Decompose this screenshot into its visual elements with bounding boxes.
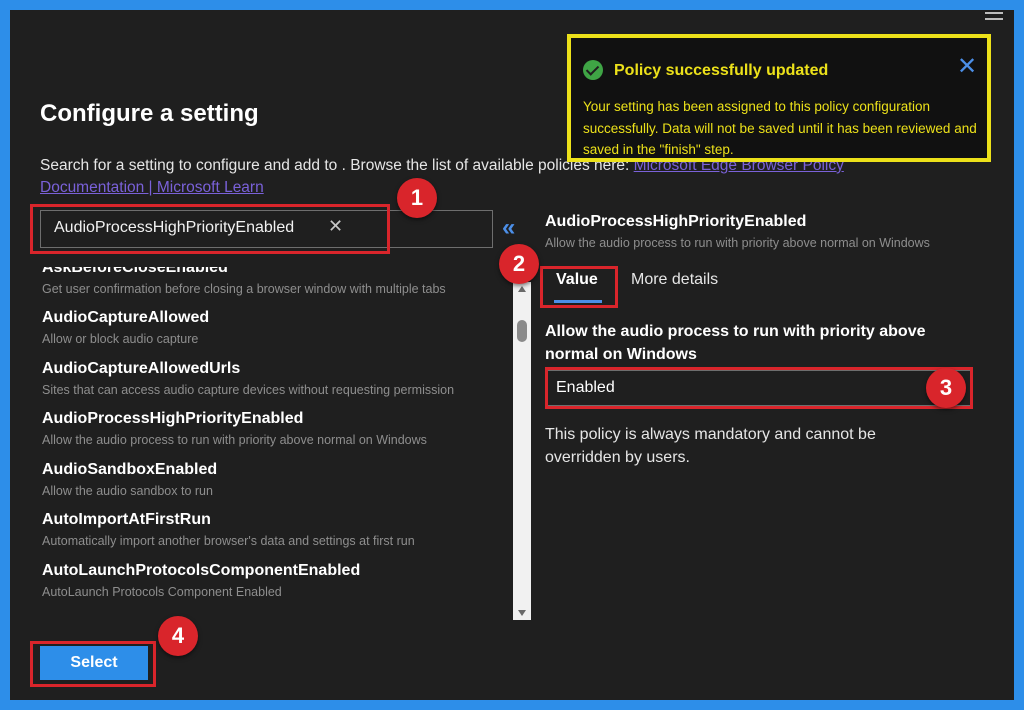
list-item[interactable]: AskBeforeCloseEnabled Get user confirmat… <box>42 267 502 308</box>
collapse-panel-icon[interactable]: « <box>502 215 515 241</box>
setting-name: AudioCaptureAllowed <box>42 309 210 326</box>
settings-panel: Configure a setting Search for a setting… <box>10 10 1014 700</box>
tab-more-details[interactable]: More details <box>631 271 718 289</box>
setting-name: AudioProcessHighPriorityEnabled <box>42 410 304 427</box>
list-item[interactable]: AudioSandboxEnabled Allow the audio sand… <box>42 460 502 511</box>
list-item[interactable]: AudioProcessHighPriorityEnabled Allow th… <box>42 409 502 460</box>
callout-badge-3: 3 <box>926 368 966 408</box>
scroll-thumb[interactable] <box>517 320 527 342</box>
select-highlight-box <box>30 641 156 687</box>
dropdown-highlight-box <box>545 367 973 409</box>
field-label: Allow the audio process to run with prio… <box>545 323 926 363</box>
callout-badge-4: 4 <box>158 616 198 656</box>
window-menu-icon[interactable] <box>985 12 1003 20</box>
setting-description: Allow the audio process to run with prio… <box>42 433 427 447</box>
page-title: Configure a setting <box>40 100 259 127</box>
list-item[interactable]: AutoImportAtFirstRun Automatically impor… <box>42 510 502 561</box>
list-item[interactable]: AutoLaunchProtocolsComponentEnabled Auto… <box>42 561 502 612</box>
setting-name: AskBeforeCloseEnabled <box>42 267 228 276</box>
search-highlight-box <box>30 204 390 254</box>
scroll-down-icon[interactable] <box>518 610 526 616</box>
scroll-up-icon[interactable] <box>518 286 526 292</box>
toast-title: Policy successfully updated <box>614 62 829 79</box>
close-icon[interactable]: ✕ <box>957 55 977 79</box>
list-scrollbar[interactable] <box>513 282 531 620</box>
setting-name: AutoLaunchProtocolsComponentEnabled <box>42 561 361 579</box>
toast-body: Your setting has been assigned to this p… <box>583 99 977 157</box>
setting-name: AudioSandboxEnabled <box>42 460 218 478</box>
tab-highlight-box <box>540 266 618 308</box>
detail-title: AudioProcessHighPriorityEnabled <box>545 213 807 230</box>
list-item[interactable]: AudioCaptureAllowed Allow or block audio… <box>42 308 502 359</box>
setting-description: Allow or block audio capture <box>42 332 199 346</box>
setting-description: Allow the audio sandbox to run <box>42 483 213 498</box>
setting-description: Get user confirmation before closing a b… <box>42 282 446 296</box>
settings-list: AskBeforeCloseEnabled Get user confirmat… <box>42 267 502 617</box>
setting-description: AutoLaunch Protocols Component Enabled <box>42 584 282 599</box>
callout-badge-1: 1 <box>397 178 437 218</box>
callout-badge-2: 2 <box>499 244 539 284</box>
setting-description: Sites that can access audio capture devi… <box>42 382 455 397</box>
setting-name: AudioCaptureAllowedUrls <box>42 359 241 377</box>
intro-description: Search for a setting to configure and ad… <box>40 157 634 174</box>
policy-note: This policy is always mandatory and cann… <box>545 426 876 466</box>
detail-description: Allow the audio process to run with prio… <box>545 236 930 250</box>
list-item[interactable]: AudioCaptureAllowedUrls Sites that can a… <box>42 359 502 410</box>
setting-description: Automatically import another browser's d… <box>42 534 415 548</box>
setting-name: AutoImportAtFirstRun <box>42 511 211 528</box>
success-check-icon <box>583 60 603 80</box>
success-toast: Policy successfully updated ✕ Your setti… <box>567 34 991 162</box>
